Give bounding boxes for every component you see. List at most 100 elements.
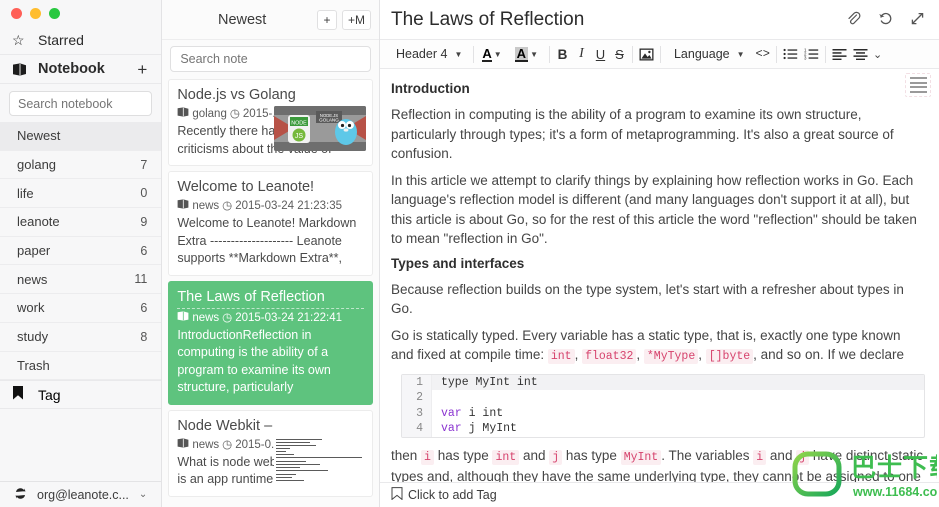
language-dropdown[interactable]: Language ▼ [664, 40, 753, 68]
attachment-icon[interactable] [846, 11, 861, 29]
history-icon[interactable] [878, 11, 893, 29]
editor-content[interactable]: Introduction Reflection in computing is … [380, 69, 939, 482]
maximize-window-button[interactable] [49, 7, 60, 19]
inline-code-j-2: j [796, 449, 810, 465]
note-notebook: news [192, 438, 220, 451]
toolbar-divider [824, 45, 826, 63]
toolbar-divider [548, 45, 550, 63]
note-date: 2015-03-24 21:22:41 [235, 311, 343, 324]
language-label: Language [673, 47, 730, 61]
notebook-item-paper[interactable]: paper 6 [0, 237, 162, 266]
inline-code-i: i [421, 449, 434, 465]
code-rest: j MyInt [468, 422, 517, 435]
note-title: Node Webkit – [177, 417, 273, 434]
paragraph-2: In this article we attempt to clarify th… [391, 172, 917, 247]
notebook-item-leanote[interactable]: leanote 9 [0, 208, 162, 237]
code-keyword: var [441, 422, 462, 435]
account-label[interactable]: org@leanote.c... [37, 488, 129, 502]
notebook-name: golang [17, 157, 57, 173]
heading-dropdown[interactable]: Header 4 ▼ [386, 40, 470, 68]
close-window-button[interactable] [11, 7, 22, 19]
background-color-picker[interactable]: A ▼ [510, 40, 546, 68]
ordered-list-icon[interactable]: 123 [801, 44, 822, 65]
notebook-item-work[interactable]: work 6 [0, 294, 162, 323]
svg-text:JS: JS [295, 133, 304, 140]
svg-text:GOLANG: GOLANG [319, 118, 339, 123]
font-color-label: A [482, 45, 492, 62]
font-color-picker[interactable]: A ▼ [477, 40, 509, 68]
add-tag-button[interactable]: Click to add Tag [408, 488, 497, 502]
image-icon[interactable] [636, 44, 657, 65]
toolbar-divider [473, 45, 475, 63]
inline-code-j: j [549, 449, 563, 465]
notebook-item-life[interactable]: life 0 [0, 179, 162, 209]
note-list-item-selected[interactable]: The Laws of Reflection news ◷ 2015-03-24… [168, 280, 373, 405]
align-center-icon[interactable] [850, 44, 871, 65]
new-markdown-note-button[interactable]: +M [341, 9, 371, 30]
note-list-panel: Newest + +M Node.js vs Golang golang ◷ 2… [162, 0, 380, 507]
tag-label: Tag [38, 386, 61, 403]
note-list-item[interactable]: Node.js vs Golang golang ◷ 2015-... Rece… [168, 79, 373, 166]
unordered-list-icon[interactable] [780, 44, 801, 65]
add-notebook-button[interactable]: + [137, 61, 149, 78]
sidebar-notebook-header[interactable]: Notebook + [0, 55, 162, 84]
code-button[interactable]: <> [753, 44, 773, 65]
expand-icon[interactable] [910, 11, 925, 29]
note-title-input[interactable]: The Laws of Reflection [391, 9, 846, 31]
svg-text:3: 3 [804, 55, 807, 60]
inline-code-i-2: i [753, 449, 767, 465]
strikethrough-button[interactable]: S [610, 44, 629, 65]
notebook-name: Trash [17, 357, 50, 373]
p5-part-1: has type [433, 447, 493, 463]
outline-toggle-button[interactable] [905, 73, 931, 97]
notebook-item-study[interactable]: study 8 [0, 323, 162, 352]
notebook-icon [177, 310, 189, 327]
new-note-button[interactable]: + [316, 9, 337, 30]
notebook-item-news[interactable]: news 11 [0, 265, 162, 295]
p5-part-5: and [766, 447, 797, 463]
sort-label[interactable]: Newest [172, 12, 312, 28]
notebook-name: paper [17, 243, 51, 259]
note-search-wrap [162, 40, 379, 79]
svg-text:NODE: NODE [291, 121, 307, 127]
note-list-item[interactable]: Node Webkit – news ◷ 2015-0... What is n… [168, 409, 373, 497]
heading-label: Header 4 [396, 47, 448, 61]
notebook-item-trash[interactable]: Trash [0, 352, 162, 381]
clock-icon: ◷ [222, 311, 233, 324]
notebook-item-golang[interactable]: golang 7 [0, 151, 162, 180]
notebook-item-newest[interactable]: Newest [0, 122, 162, 151]
notebook-search-input[interactable] [9, 91, 153, 116]
notebook-icon [12, 62, 32, 76]
star-icon: ☆ [12, 31, 25, 48]
note-list-item[interactable]: Welcome to Leanote! news ◷ 2015-03-24 21… [168, 171, 373, 276]
sync-icon[interactable] [14, 487, 27, 503]
toolbar-more-icon[interactable]: ⌄ [871, 48, 885, 61]
minimize-window-button[interactable] [30, 7, 41, 19]
editor-toolbar: Header 4 ▼ A ▼ A ▼ B I U S Language ▼ <>… [380, 40, 939, 69]
chevron-down-icon[interactable]: ⌄ [139, 489, 147, 500]
align-left-icon[interactable] [829, 44, 850, 65]
sidebar-item-starred[interactable]: ☆ Starred [0, 26, 162, 55]
bold-button[interactable]: B [553, 44, 572, 65]
notebook-count: 9 [140, 214, 148, 229]
editor-panel: The Laws of Reflection Header 4 ▼ A ▼ A … [380, 0, 939, 507]
note-thumbnail [274, 436, 366, 482]
clock-icon: ◷ [222, 438, 233, 451]
italic-button[interactable]: I [572, 44, 591, 65]
notebook-name: study [17, 329, 49, 345]
note-search-input[interactable] [170, 46, 371, 72]
notebook-label: Notebook [38, 61, 105, 77]
note-notebook: golang [192, 108, 227, 120]
code-block[interactable]: 1 type MyInt int 2 3 var i int 4 var j M… [401, 373, 925, 438]
editor-title-actions [846, 11, 925, 29]
code-line-text: type MyInt int [441, 375, 538, 389]
note-meta: news ◷ 2015-03-24 21:22:41 [177, 307, 364, 327]
notebook-name: life [17, 185, 34, 201]
toolbar-divider [775, 45, 777, 63]
underline-button[interactable]: U [591, 44, 610, 65]
note-notebook: news [192, 200, 220, 212]
notebook-icon [177, 198, 189, 215]
sidebar-item-tag[interactable]: Tag [0, 380, 162, 410]
